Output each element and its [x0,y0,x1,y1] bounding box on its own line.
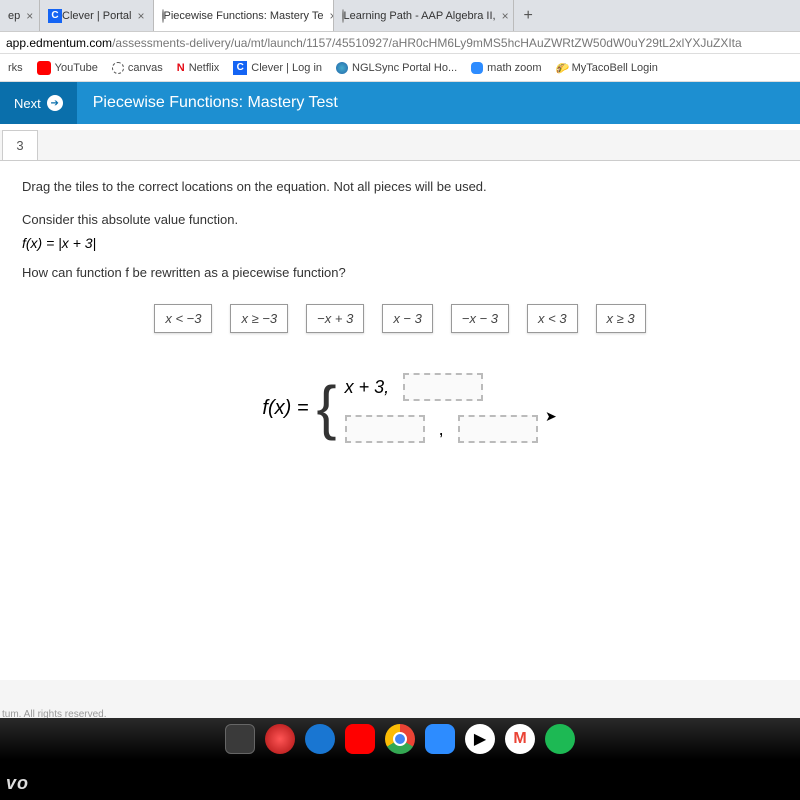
question-number-tab[interactable]: 3 [2,130,38,160]
settings-gear-icon[interactable] [265,724,295,754]
tile-x-lt-3[interactable]: x < 3 [527,304,578,333]
bookmark-tacobell[interactable]: 🌮 MyTacoBell Login [556,62,658,74]
tacobell-icon: 🌮 [556,62,568,74]
tile-x-minus3[interactable]: x − 3 [382,304,433,333]
tiles-row: x < −3 x ≥ −3 −x + 3 x − 3 −x − 3 x < 3 … [22,304,778,333]
bookmark-rks[interactable]: rks [8,62,23,74]
drop-slot-bottom-condition[interactable] [458,415,538,443]
bookmarks-bar: rks YouTube canvas N Netflix C Clever | … [0,54,800,82]
chrome-icon[interactable] [385,724,415,754]
gmail-icon[interactable]: M [505,724,535,754]
arrow-right-icon: ➔ [47,95,63,111]
youtube-icon [37,61,51,75]
clever-icon: C [48,9,62,23]
drop-slot-top-condition[interactable] [403,373,483,401]
os-taskbar: ▶ M [0,718,800,760]
spotify-icon[interactable] [545,724,575,754]
clever-icon: C [233,61,247,75]
tile-negx-minus3[interactable]: −x − 3 [451,304,509,333]
url-bar[interactable]: app.edmentum.com /assessments-delivery/u… [0,32,800,54]
browser-tab-learning[interactable]: Learning Path - AAP Algebra II, × [334,0,514,31]
browser-tab-0[interactable]: ep × [0,0,40,31]
piece-top-expression: x + 3, [345,377,390,398]
url-domain: app.edmentum.com [6,36,112,50]
new-tab-button[interactable]: + [514,0,543,31]
netflix-icon: N [177,62,185,74]
drop-slot-bottom-expression[interactable] [345,415,425,443]
play-icon[interactable]: ▶ [465,724,495,754]
bookmark-canvas[interactable]: canvas [112,62,163,74]
browser-tab-clever[interactable]: C Clever | Portal × [40,0,154,31]
bookmark-nglsync[interactable]: NGLSync Portal Ho... [336,62,457,74]
tab-label: Learning Path - AAP Algebra II, [344,10,496,22]
zoom-icon[interactable] [425,724,455,754]
left-brace: { [317,378,337,438]
content-area: 3 Drag the tiles to the correct location… [0,130,800,720]
comma: , [439,419,444,440]
zoom-icon [471,62,483,74]
close-icon[interactable]: × [138,9,145,23]
consider-text: Consider this absolute value function. [22,212,778,227]
rewrite-question: How can function f be rewritten as a pie… [22,265,778,280]
bookmark-clever-login[interactable]: C Clever | Log in [233,61,322,75]
fx-label: f(x) = [262,397,308,420]
youtube-icon[interactable] [345,724,375,754]
instruction-text: Drag the tiles to the correct locations … [22,179,778,194]
browser-tab-strip: ep × C Clever | Portal × Piecewise Funct… [0,0,800,32]
tile-x-lt-neg3[interactable]: x < −3 [154,304,212,333]
close-icon[interactable]: × [502,9,509,23]
tab-label: Clever | Portal [62,10,132,22]
tile-x-gte-neg3[interactable]: x ≥ −3 [230,304,288,333]
canvas-icon [112,62,124,74]
next-label: Next [14,96,41,111]
question-body: Drag the tiles to the correct locations … [0,160,800,680]
piecewise-equation: f(x) = { x + 3, , [22,373,778,443]
bookmark-netflix[interactable]: N Netflix [177,62,220,74]
tile-negx-plus3[interactable]: −x + 3 [306,304,364,333]
files-icon[interactable] [225,724,255,754]
tab-label: Piecewise Functions: Mastery Te [164,10,324,22]
url-path: /assessments-delivery/ua/mt/launch/1157/… [112,36,742,50]
next-button[interactable]: Next ➔ [0,82,77,124]
bookmark-mathzoom[interactable]: math zoom [471,62,541,74]
camera-icon[interactable] [305,724,335,754]
app-header: Next ➔ Piecewise Functions: Mastery Test [0,82,800,124]
function-definition: f(x) = |x + 3| [22,235,778,251]
close-icon[interactable]: × [26,9,33,23]
bookmark-youtube[interactable]: YouTube [37,61,98,75]
browser-tab-piecewise[interactable]: Piecewise Functions: Mastery Te × [154,0,334,31]
lenovo-logo: vo [6,773,29,794]
page-title: Piecewise Functions: Mastery Test [77,82,354,124]
nglsync-icon [336,62,348,74]
mouse-cursor-icon: ➤ [545,408,557,425]
tile-x-gte-3[interactable]: x ≥ 3 [596,304,646,333]
